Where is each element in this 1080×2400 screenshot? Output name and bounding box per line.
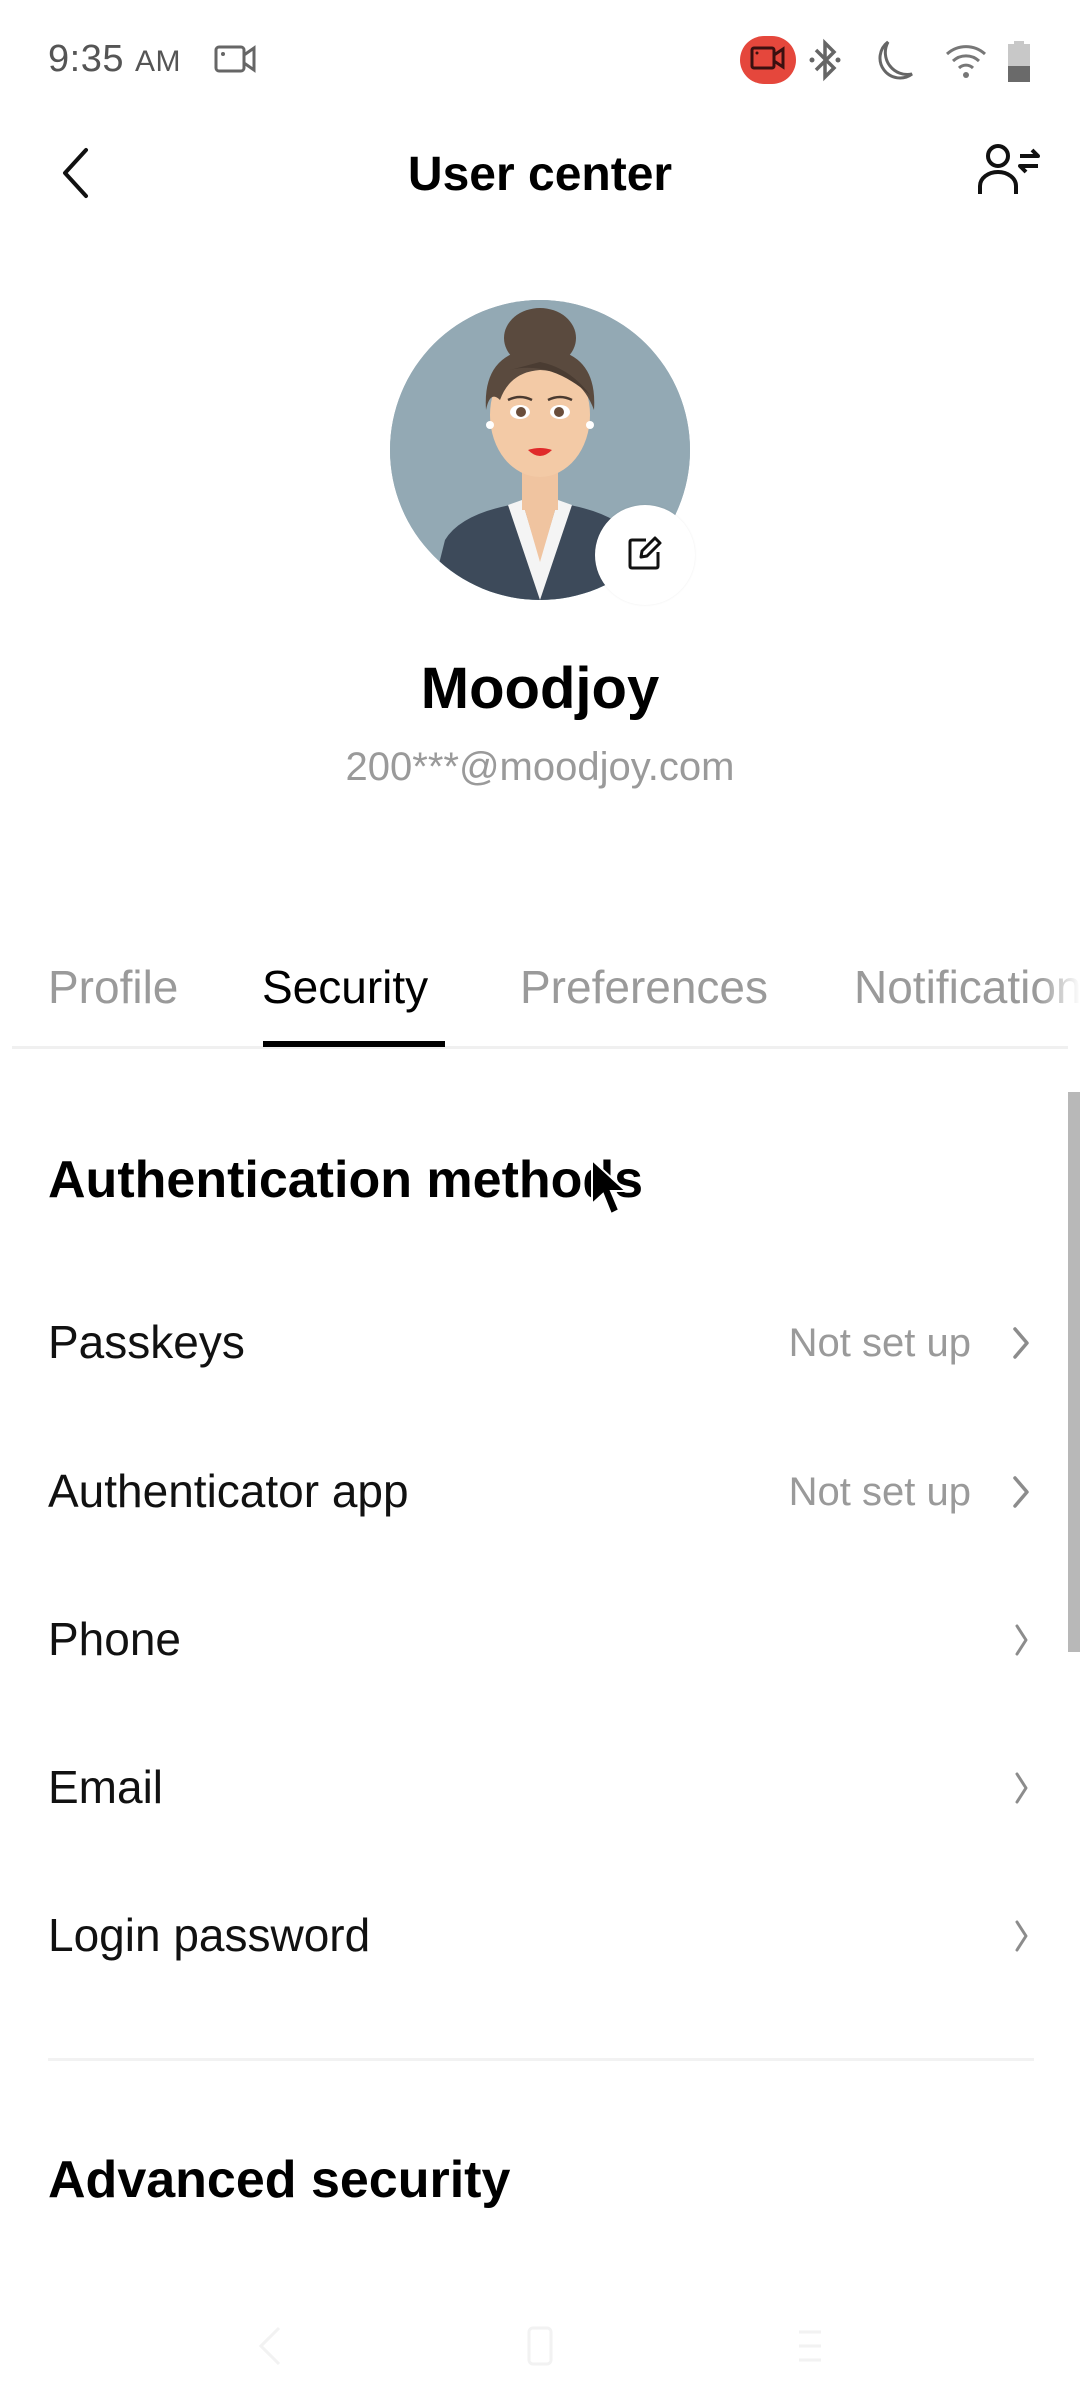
nav-menu-button[interactable] bbox=[780, 2318, 840, 2378]
tab-security[interactable]: Security bbox=[262, 960, 428, 1014]
chevron-right-icon bbox=[1010, 1916, 1032, 1956]
screen-record-icon bbox=[750, 45, 786, 76]
row-status: Not set up bbox=[788, 1321, 971, 1365]
switch-account-icon bbox=[978, 142, 1042, 203]
nav-menu-icon bbox=[795, 2324, 825, 2373]
tab-bar: Profile Security Preferences Notificatio… bbox=[0, 940, 1080, 1050]
section-title-authentication: Authentication methods bbox=[48, 1151, 644, 1209]
avatar-container bbox=[390, 300, 695, 605]
status-time: 9:35 AM bbox=[48, 38, 181, 81]
tabs-divider bbox=[12, 1046, 1068, 1049]
status-time-ampm: AM bbox=[135, 45, 182, 78]
chevron-right-icon bbox=[1010, 1323, 1032, 1363]
do-not-disturb-moon-icon bbox=[870, 38, 916, 89]
switch-account-button[interactable] bbox=[975, 135, 1045, 210]
bluetooth-icon bbox=[808, 38, 842, 87]
tab-preferences[interactable]: Preferences bbox=[520, 960, 768, 1014]
nav-back-button[interactable] bbox=[240, 2318, 300, 2378]
tab-profile[interactable]: Profile bbox=[48, 960, 178, 1014]
row-label: Login password bbox=[48, 1909, 371, 1961]
row-authenticator-app[interactable]: Authenticator app Not set up bbox=[0, 1424, 1040, 1564]
row-login-password[interactable]: Login password bbox=[0, 1868, 1040, 2008]
app-header: User center bbox=[0, 120, 1080, 230]
wifi-icon bbox=[944, 40, 988, 85]
nav-back-icon bbox=[255, 2324, 285, 2373]
nav-home-button[interactable] bbox=[510, 2318, 570, 2378]
video-camera-icon bbox=[214, 44, 258, 79]
row-label: Passkeys bbox=[48, 1316, 245, 1368]
chevron-right-icon bbox=[1010, 1472, 1032, 1512]
chevron-right-icon bbox=[1010, 1768, 1032, 1808]
scrollbar[interactable] bbox=[1068, 1092, 1080, 1652]
row-status: Not set up bbox=[788, 1470, 971, 1514]
edit-icon bbox=[626, 534, 664, 577]
row-phone[interactable]: Phone bbox=[0, 1572, 1040, 1712]
battery-icon bbox=[1006, 40, 1032, 89]
row-label: Authenticator app bbox=[48, 1465, 409, 1517]
section-title-advanced-security: Advanced security bbox=[48, 2151, 511, 2209]
chevron-right-icon bbox=[1010, 1620, 1032, 1660]
edit-avatar-button[interactable] bbox=[595, 505, 695, 605]
screen-record-indicator bbox=[740, 36, 796, 84]
row-email[interactable]: Email bbox=[0, 1720, 1040, 1860]
nav-home-icon bbox=[525, 2324, 555, 2373]
system-nav-bar bbox=[0, 2300, 1080, 2400]
profile-email: 200***@moodjoy.com bbox=[345, 745, 735, 789]
status-bar: 9:35 AM bbox=[0, 0, 1080, 120]
row-passkeys[interactable]: Passkeys Not set up bbox=[0, 1275, 1040, 1415]
row-label: Email bbox=[48, 1761, 164, 1813]
status-time-value: 9:35 bbox=[48, 38, 124, 80]
active-tab-indicator bbox=[263, 1041, 445, 1047]
profile-name: Moodjoy bbox=[420, 656, 660, 721]
page-title: User center bbox=[407, 148, 673, 201]
row-label: Phone bbox=[48, 1613, 182, 1665]
tab-overflow-fade bbox=[1040, 950, 1080, 1030]
mouse-cursor-icon bbox=[590, 1157, 634, 1222]
section-divider bbox=[48, 2058, 1034, 2061]
